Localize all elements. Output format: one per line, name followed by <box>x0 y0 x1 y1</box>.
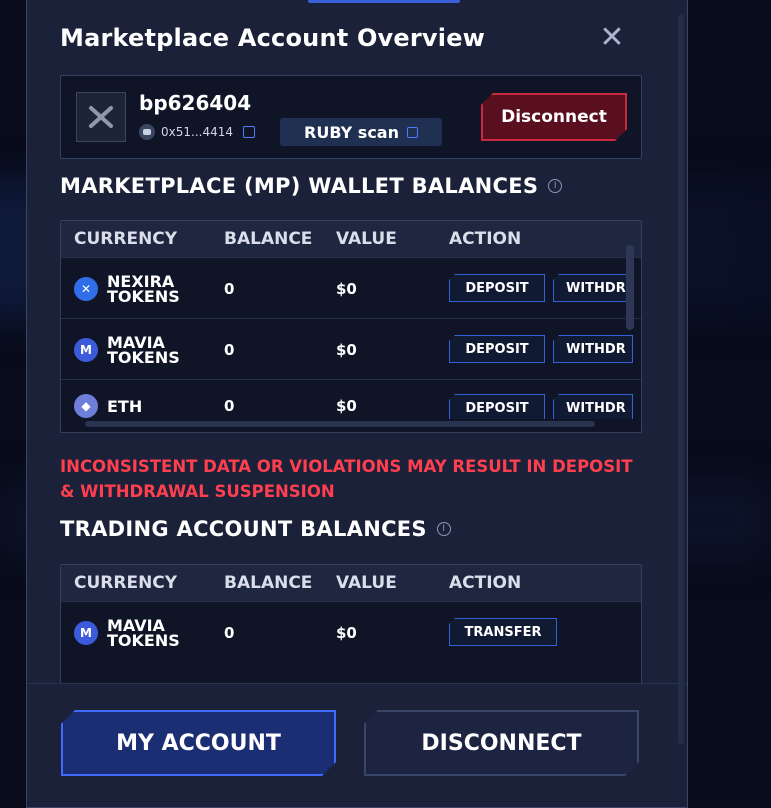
modal-top-accent <box>308 0 460 3</box>
currency-name: ETH <box>107 396 143 416</box>
trading-title-text: Trading Account Balances <box>60 517 427 541</box>
withdraw-button[interactable]: Withdr <box>553 274 633 302</box>
usd-value: $0 <box>336 340 357 359</box>
currency-name: Mavia Tokens <box>107 615 180 650</box>
info-icon[interactable]: i <box>436 522 451 536</box>
table-row: ◆ ETH 0 $0 Deposit Withdr <box>61 379 641 419</box>
modal-title: Marketplace Account Overview <box>60 24 486 52</box>
deposit-button[interactable]: Deposit <box>449 394 545 419</box>
external-link-icon <box>406 126 418 138</box>
close-icon[interactable]: ✕ <box>599 23 625 53</box>
page-scrollbar[interactable] <box>678 14 684 744</box>
withdraw-button[interactable]: Withdr <box>553 394 633 419</box>
copy-icon[interactable] <box>243 126 255 138</box>
wallet-address: 0x51...4414 <box>161 125 233 139</box>
table-row: M Mavia Tokens 0 $0 Transfer <box>61 601 641 662</box>
usd-value: $0 <box>336 623 357 642</box>
wallet-address-row: 0x51...4414 <box>139 124 255 140</box>
mp-wallet-title-text: Marketplace (MP) Wallet Balances <box>60 174 539 198</box>
deposit-button[interactable]: Deposit <box>449 274 545 302</box>
mp-wallet-table: Currency Balance Value Action ✕ Nexira T… <box>60 220 642 433</box>
trading-table: Currency Balance Value Action M Mavia To… <box>60 564 642 694</box>
col-balance: Balance <box>224 229 313 249</box>
avatar <box>76 92 126 142</box>
my-account-button[interactable]: My Account <box>61 710 336 776</box>
currency-name: Mavia Tokens <box>107 332 180 367</box>
info-icon[interactable]: i <box>548 179 563 193</box>
usd-value: $0 <box>336 279 357 298</box>
currency-name: Nexira Tokens <box>107 271 180 306</box>
withdraw-button[interactable]: Withdr <box>553 335 633 363</box>
table-header: Currency Balance Value Action <box>61 221 641 257</box>
col-value: Value <box>336 573 397 593</box>
trading-title: Trading Account Balances i <box>60 517 451 541</box>
mavia-icon: M <box>74 337 98 362</box>
col-balance: Balance <box>224 573 313 593</box>
transfer-button[interactable]: Transfer <box>449 618 557 646</box>
ruby-scan-button[interactable]: RUBY scan <box>280 118 442 146</box>
vertical-scrollbar[interactable] <box>626 245 634 415</box>
mavia-icon: M <box>74 620 98 645</box>
mp-wallet-title: Marketplace (MP) Wallet Balances i <box>60 174 563 198</box>
eth-icon: ◆ <box>74 394 98 418</box>
disconnect-button[interactable]: Disconnect <box>481 93 627 141</box>
account-card: bp626404 0x51...4414 RUBY scan Disconnec… <box>60 75 642 159</box>
wallet-icon <box>139 124 155 140</box>
col-action: Action <box>449 573 522 593</box>
account-overview-modal: Marketplace Account Overview ✕ bp626404 … <box>26 0 688 808</box>
table-row: ✕ Nexira Tokens 0 $0 Deposit Withdr <box>61 257 641 318</box>
balance-value: 0 <box>224 397 235 415</box>
avatar-logo-icon <box>89 106 113 128</box>
nexira-icon: ✕ <box>74 276 98 301</box>
col-action: Action <box>449 229 522 249</box>
modal-footer: My Account Disconnect <box>27 683 687 807</box>
balance-value: 0 <box>224 279 235 298</box>
table-header: Currency Balance Value Action <box>61 565 641 601</box>
col-currency: Currency <box>74 229 178 249</box>
balance-value: 0 <box>224 340 235 359</box>
col-value: Value <box>336 229 397 249</box>
deposit-button[interactable]: Deposit <box>449 335 545 363</box>
footer-disconnect-button[interactable]: Disconnect <box>364 710 639 776</box>
suspension-warning: Inconsistent data or violations may resu… <box>60 457 633 501</box>
ruby-scan-label: RUBY scan <box>304 122 399 142</box>
table-row: M Mavia Tokens 0 $0 Deposit Withdr <box>61 318 641 379</box>
col-currency: Currency <box>74 573 178 593</box>
balance-value: 0 <box>224 623 235 642</box>
usd-value: $0 <box>336 397 357 415</box>
username: bp626404 <box>139 91 252 115</box>
horizontal-scrollbar[interactable] <box>73 418 613 428</box>
